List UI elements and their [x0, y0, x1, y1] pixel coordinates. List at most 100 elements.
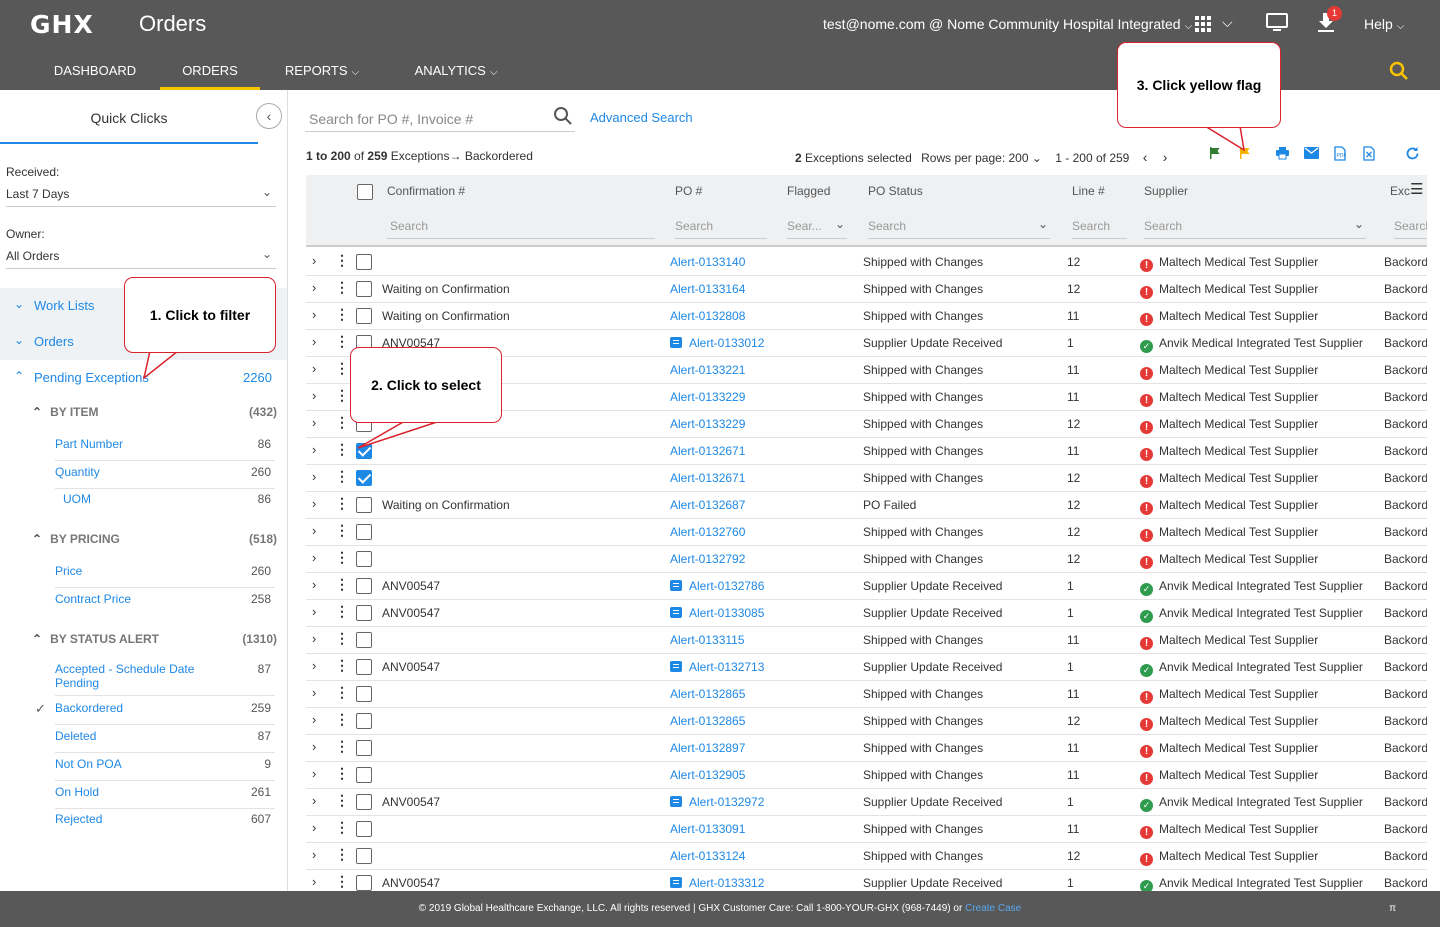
- row-menu-icon[interactable]: ⋮: [335, 576, 349, 593]
- group-by-status-alert[interactable]: ⌃ BY STATUS ALERT (1310): [32, 632, 277, 646]
- expand-row-icon[interactable]: ›: [312, 496, 316, 511]
- tab-analytics[interactable]: ANALYTICS ⌵: [408, 52, 504, 90]
- message-icon[interactable]: [670, 580, 682, 591]
- col-po[interactable]: PO #: [675, 184, 702, 198]
- filter-flagged-select[interactable]: Sear... ⌄: [787, 217, 847, 239]
- col-line[interactable]: Line #: [1072, 184, 1105, 198]
- expand-row-icon[interactable]: ›: [312, 658, 316, 673]
- po-link[interactable]: Alert-0133164: [670, 282, 745, 296]
- row-menu-icon[interactable]: ⋮: [335, 522, 349, 539]
- table-row[interactable]: › ⋮ ANV00547 Alert-0133085 Supplier Update R…: [306, 600, 1427, 627]
- filter-backordered[interactable]: ✓ Backordered 259: [35, 701, 275, 725]
- col-exception[interactable]: Exc: [1390, 184, 1410, 198]
- po-link[interactable]: Alert-0133085: [670, 606, 764, 620]
- row-checkbox[interactable]: [356, 740, 372, 759]
- refresh-icon[interactable]: [1405, 146, 1420, 161]
- table-row[interactable]: › ⋮ Alert-0132792 Shipped with Changes 12 ! Ma…: [306, 546, 1427, 573]
- green-flag-icon[interactable]: [1208, 146, 1222, 160]
- table-row[interactable]: › ⋮ Alert-0133091 Shipped with Changes 11 ! Ma…: [306, 816, 1427, 843]
- po-link[interactable]: Alert-0132671: [670, 444, 745, 458]
- filter-po-status-select[interactable]: Search ⌄: [868, 217, 1050, 239]
- user-org-menu[interactable]: test@nome.com @ Nome Community Hospital …: [823, 16, 1192, 32]
- create-case-link[interactable]: Create Case: [965, 903, 1021, 914]
- row-menu-icon[interactable]: ⋮: [335, 684, 349, 701]
- expand-row-icon[interactable]: ›: [312, 415, 316, 430]
- table-row[interactable]: › ⋮ ANV00547 Alert-0133312 Supplier Update R…: [306, 870, 1427, 891]
- table-row[interactable]: › ⋮ Alert-0132865 Shipped with Changes 12 ! Ma…: [306, 708, 1427, 735]
- chevron-down-icon[interactable]: ⌵: [1222, 14, 1233, 31]
- po-link[interactable]: Alert-0133140: [670, 255, 745, 269]
- row-checkbox[interactable]: [356, 308, 372, 327]
- row-menu-icon[interactable]: ⋮: [335, 279, 349, 296]
- tab-dashboard[interactable]: DASHBOARD: [48, 52, 142, 90]
- table-row[interactable]: › ⋮ ANV00547 Alert-0132786 Supplier Update R…: [306, 573, 1427, 600]
- row-checkbox[interactable]: [356, 443, 372, 462]
- table-row[interactable]: › ⋮ Alert-0132905 Shipped with Changes 11 ! Ma…: [306, 762, 1427, 789]
- table-row[interactable]: › ⋮ Alert-0133115 Shipped with Changes 11 ! Ma…: [306, 627, 1427, 654]
- expand-row-icon[interactable]: ›: [312, 874, 316, 889]
- expand-row-icon[interactable]: ›: [312, 847, 316, 862]
- row-menu-icon[interactable]: ⋮: [335, 846, 349, 863]
- expand-row-icon[interactable]: ›: [312, 550, 316, 565]
- col-flagged[interactable]: Flagged: [787, 184, 830, 198]
- email-icon[interactable]: [1304, 147, 1319, 159]
- row-checkbox[interactable]: [356, 254, 372, 273]
- filter-on-hold[interactable]: On Hold 261: [55, 785, 275, 809]
- message-icon[interactable]: [670, 661, 682, 672]
- expand-row-icon[interactable]: ›: [312, 388, 316, 403]
- ghx-logo[interactable]: GHX: [30, 10, 94, 39]
- filter-uom[interactable]: UOM 86: [55, 492, 275, 516]
- filter-line-input[interactable]: Search: [1072, 219, 1127, 239]
- row-checkbox[interactable]: [356, 686, 372, 705]
- po-link[interactable]: Alert-0133012: [670, 336, 764, 350]
- message-icon[interactable]: [670, 607, 682, 618]
- message-icon[interactable]: [670, 337, 682, 348]
- monitor-icon[interactable]: [1266, 13, 1288, 33]
- po-link[interactable]: Alert-0133091: [670, 822, 745, 836]
- po-link[interactable]: Alert-0133221: [670, 363, 745, 377]
- tab-orders[interactable]: ORDERS: [160, 52, 260, 90]
- row-checkbox[interactable]: [356, 821, 372, 840]
- po-link[interactable]: Alert-0133115: [670, 633, 745, 647]
- expand-row-icon[interactable]: ›: [312, 631, 316, 646]
- message-icon[interactable]: [670, 796, 682, 807]
- row-checkbox[interactable]: [356, 875, 372, 891]
- expand-row-icon[interactable]: ›: [312, 253, 316, 268]
- row-checkbox[interactable]: [356, 551, 372, 570]
- row-menu-icon[interactable]: ⋮: [335, 873, 349, 890]
- table-row[interactable]: › ⋮ ANV00547 Alert-0132972 Supplier Update R…: [306, 789, 1427, 816]
- row-menu-icon[interactable]: ⋮: [335, 387, 349, 404]
- row-checkbox[interactable]: [356, 605, 372, 624]
- po-link[interactable]: Alert-0132905: [670, 768, 745, 782]
- row-menu-icon[interactable]: ⋮: [335, 711, 349, 728]
- row-checkbox[interactable]: [356, 578, 372, 597]
- po-link[interactable]: Alert-0133229: [670, 417, 745, 431]
- yellow-flag-icon[interactable]: [1238, 146, 1252, 160]
- expand-row-icon[interactable]: ›: [312, 793, 316, 808]
- expand-row-icon[interactable]: ›: [312, 442, 316, 457]
- expand-row-icon[interactable]: ›: [312, 361, 316, 376]
- row-menu-icon[interactable]: ⋮: [335, 306, 349, 323]
- print-icon[interactable]: [1275, 146, 1290, 160]
- row-checkbox[interactable]: [356, 497, 372, 516]
- row-menu-icon[interactable]: ⋮: [335, 252, 349, 269]
- expand-row-icon[interactable]: ›: [312, 766, 316, 781]
- col-supplier[interactable]: Supplier: [1144, 184, 1188, 198]
- expand-row-icon[interactable]: ›: [312, 604, 316, 619]
- search-icon[interactable]: [553, 106, 573, 126]
- table-row[interactable]: › ⋮ Alert-0132760 Shipped with Changes 12 ! Ma…: [306, 519, 1427, 546]
- row-menu-icon[interactable]: ⋮: [335, 333, 349, 350]
- row-checkbox[interactable]: [356, 713, 372, 732]
- filter-supplier-select[interactable]: Search ⌄: [1144, 217, 1366, 239]
- message-icon[interactable]: [670, 877, 682, 888]
- expand-row-icon[interactable]: ›: [312, 739, 316, 754]
- expand-row-icon[interactable]: ›: [312, 685, 316, 700]
- row-menu-icon[interactable]: ⋮: [335, 495, 349, 512]
- po-link[interactable]: Alert-0133229: [670, 390, 745, 404]
- po-link[interactable]: Alert-0132713: [670, 660, 764, 674]
- row-checkbox[interactable]: [356, 848, 372, 867]
- table-row[interactable]: › ⋮ Waiting on Confirmation Alert-0132687 PO…: [306, 492, 1427, 519]
- po-link[interactable]: Alert-0132897: [670, 741, 745, 755]
- filter-contract-price[interactable]: Contract Price 258: [55, 592, 275, 616]
- filter-part-number[interactable]: Part Number 86: [55, 437, 275, 461]
